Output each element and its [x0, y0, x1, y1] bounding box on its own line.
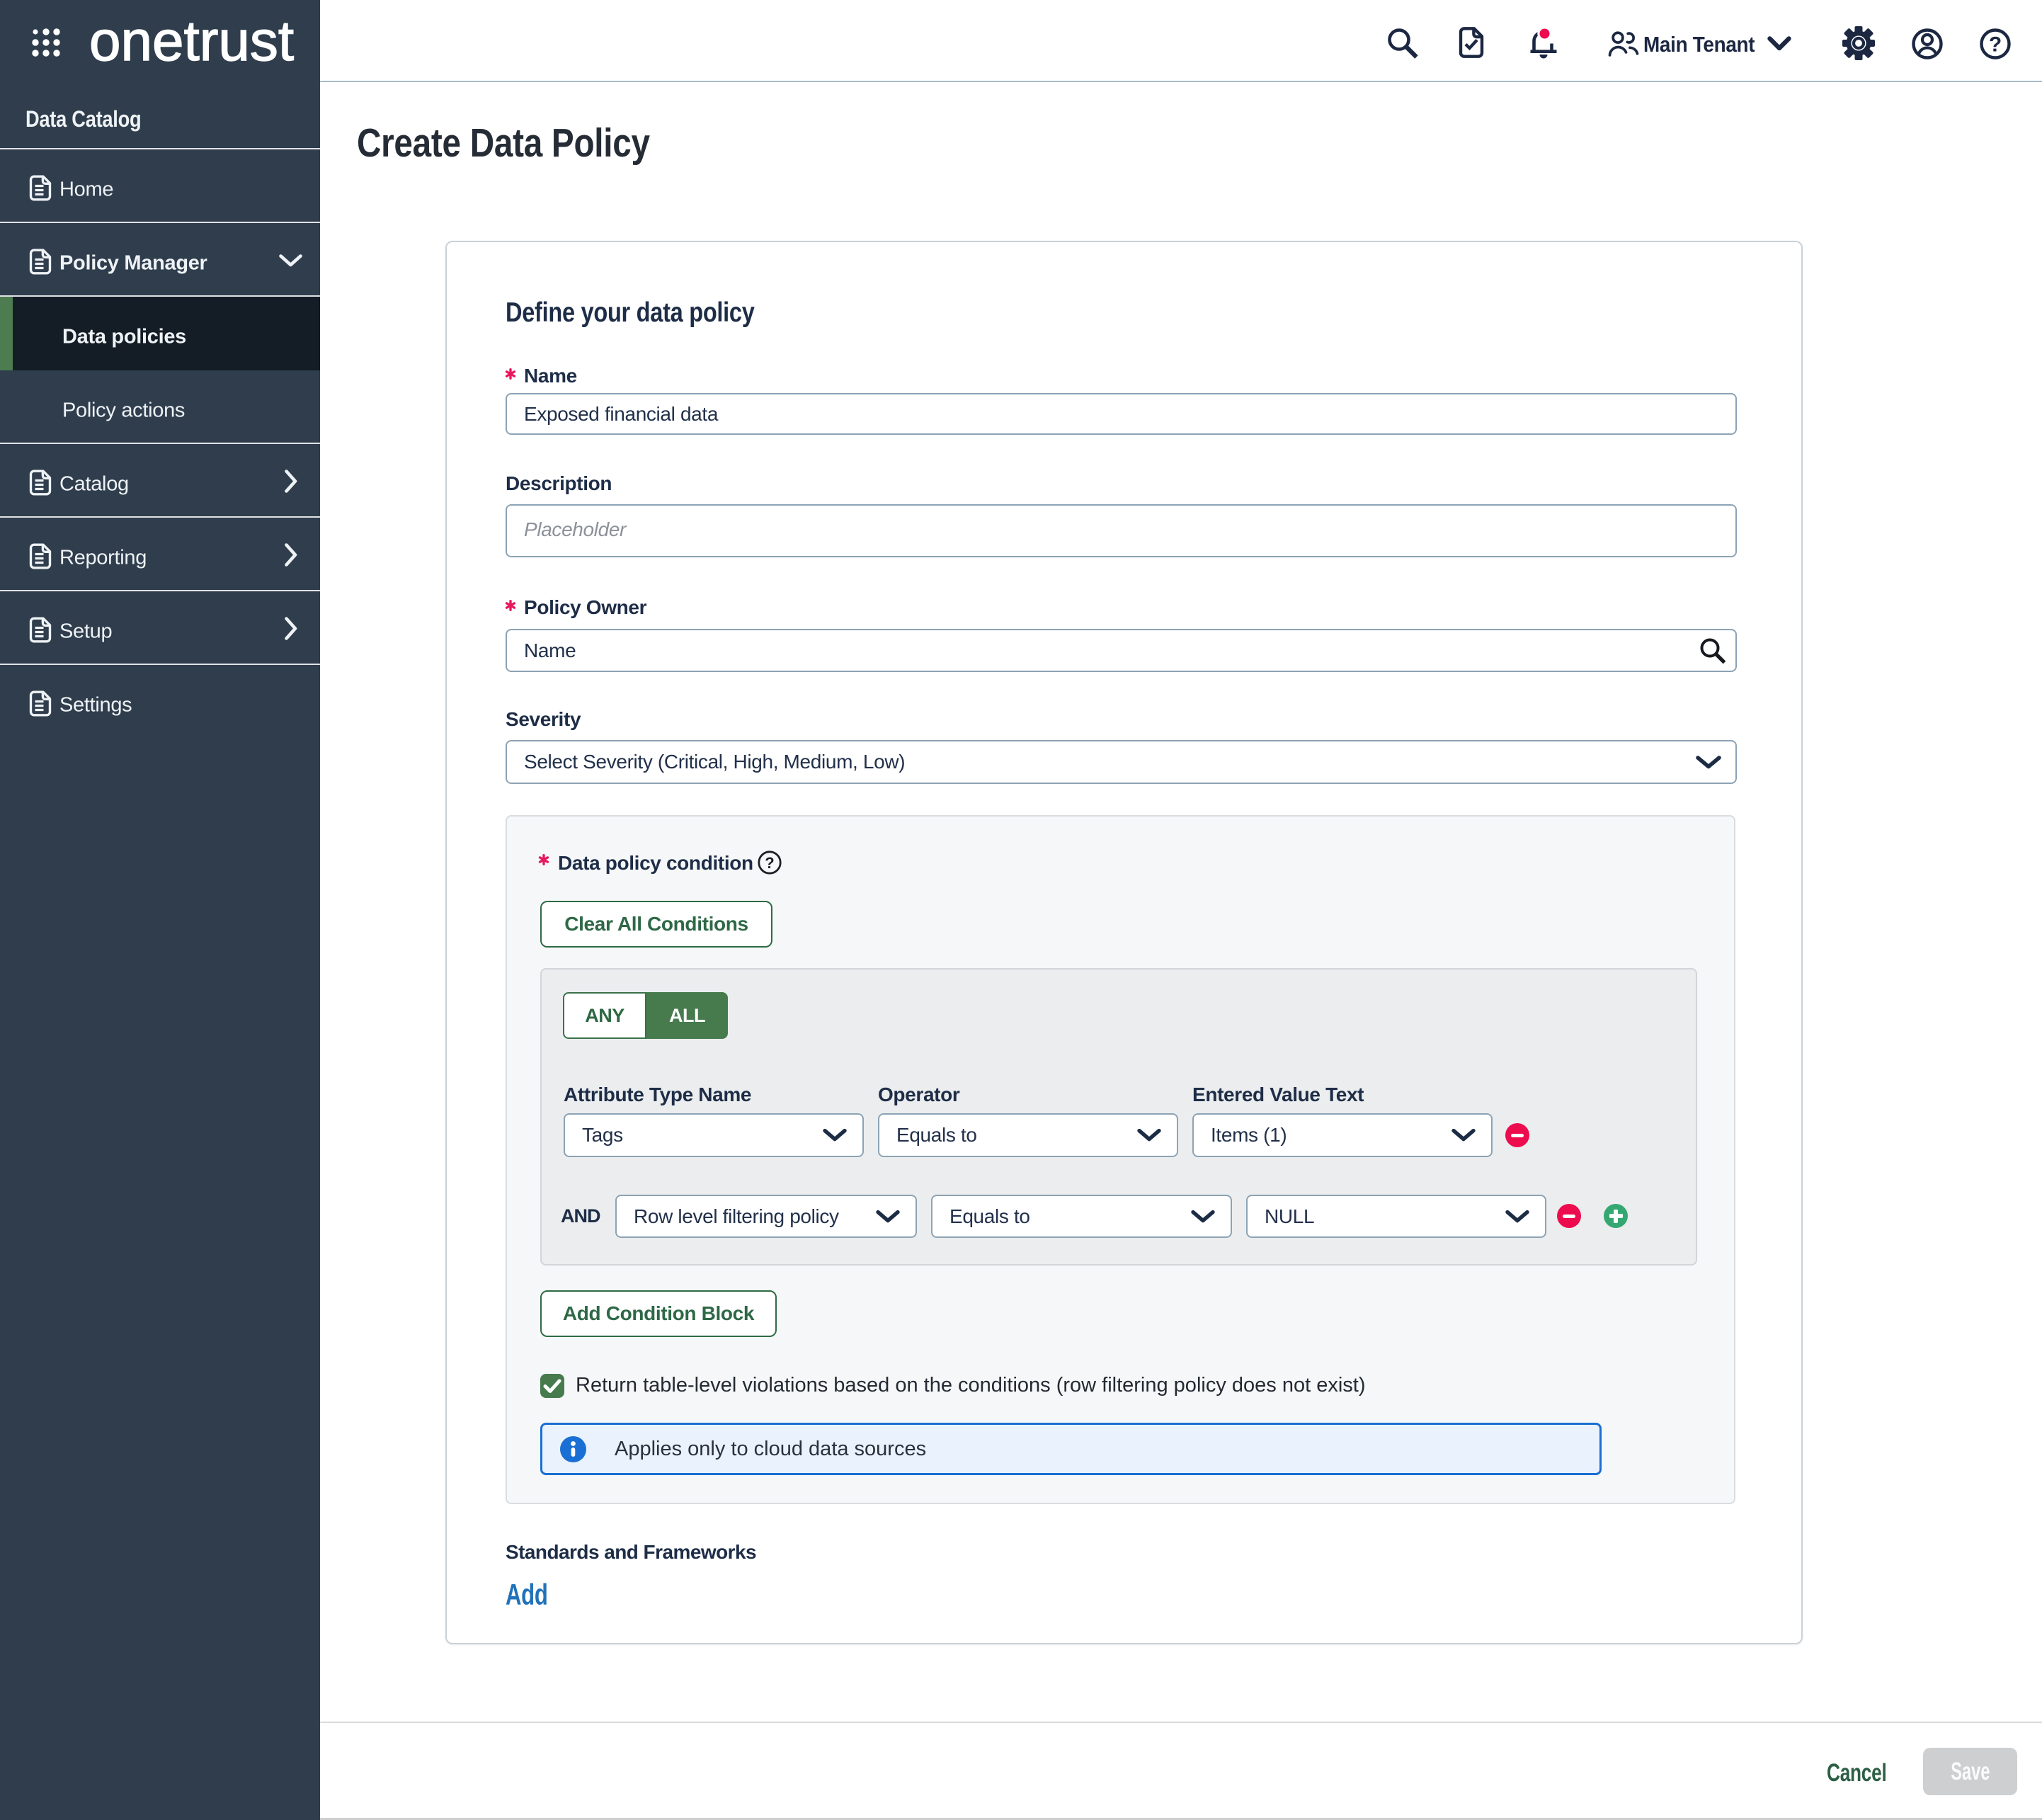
svg-text:?: ? [1989, 33, 2002, 57]
svg-text:?: ? [765, 854, 774, 872]
